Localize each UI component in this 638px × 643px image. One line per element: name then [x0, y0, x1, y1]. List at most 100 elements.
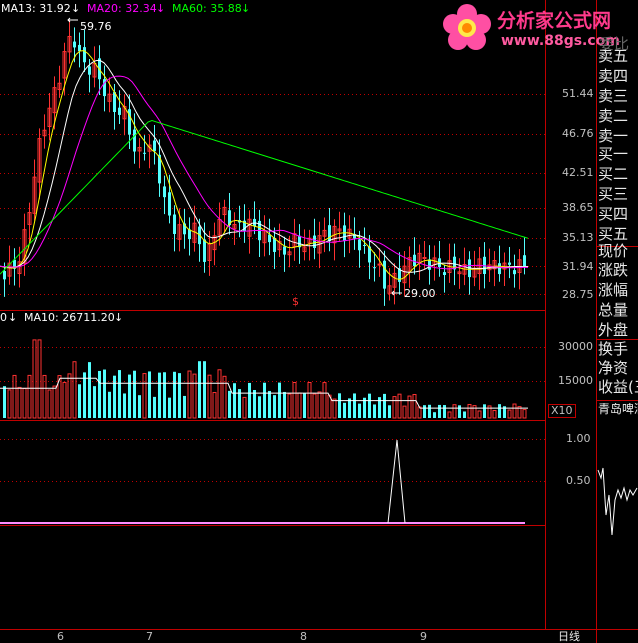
volume-bar-66: [332, 398, 337, 419]
candle-body-32: [163, 186, 166, 198]
volume-bar-0: [3, 386, 6, 418]
volume-bar-2: [12, 374, 17, 419]
volume-bar-78: [392, 396, 397, 419]
volume-bar-88: [443, 405, 446, 418]
volume-axis-15000: 15000: [558, 374, 593, 387]
price-axis-label-3: 38.65: [562, 201, 594, 214]
quote-row-2: 涨幅: [598, 281, 629, 299]
volume-bar-81: [407, 395, 412, 419]
volume-bar-59: [297, 392, 302, 419]
price-axis-label-2: 42.51: [562, 166, 594, 179]
volume-bar-25: [128, 374, 131, 418]
volume-bar-30: [153, 396, 156, 418]
candle-body-104: [523, 255, 526, 267]
volume-bar-4: [22, 388, 27, 419]
candle-body-76: [383, 260, 386, 289]
volume-bar-1: [7, 389, 12, 419]
brand-logo: 分析家公式网 www.88gs.com 委比: [437, 0, 638, 56]
volume-bar-7: [37, 339, 42, 419]
volume-bar-21: [108, 391, 111, 418]
volume-bar-57: [287, 393, 292, 419]
volume-bar-80: [402, 405, 407, 419]
orderbook-row-bid-2: 买二: [598, 165, 629, 183]
candle-body-85: [428, 259, 431, 270]
volume-bar-99: [498, 404, 501, 418]
volume-bar-82: [412, 394, 417, 419]
volume-bar-77: [388, 405, 391, 418]
mini-price-line: [597, 467, 638, 536]
high-arrow: [67, 17, 78, 23]
volume-bar-93: [467, 403, 472, 419]
volume-bar-42: [212, 392, 217, 419]
volume-bar-55: [278, 382, 281, 418]
volume-bar-18: [93, 386, 96, 418]
volume-bar-95: [477, 410, 482, 419]
annotation-arrows: [67, 17, 402, 296]
volume-bar-35: [178, 373, 181, 418]
stats-row-1: 净资: [598, 360, 629, 377]
volume-bar-62: [312, 393, 317, 419]
oscillator-panel: [0, 439, 525, 524]
volume-bar-94: [472, 405, 477, 419]
candle-body-74: [373, 267, 376, 269]
peek-label: 委比: [599, 35, 630, 53]
brand-title: 分析家公式网: [497, 10, 612, 32]
volume-bar-37: [187, 370, 192, 419]
volume-bar-44: [222, 375, 227, 419]
low-price-annotation: 29.00: [404, 287, 436, 300]
volume-bar-48: [242, 396, 247, 419]
candle-body-50: [253, 218, 256, 227]
period-label[interactable]: 日线: [558, 631, 580, 643]
volume-bar-49: [248, 382, 251, 418]
volume-bar-58: [292, 382, 297, 419]
volume-bar-61: [307, 382, 312, 419]
quote-row-3: 总量: [598, 301, 629, 319]
volume-bar-51: [258, 396, 261, 418]
candle-body-101: [508, 262, 511, 265]
volume-bar-24: [123, 393, 126, 418]
volume-bar-46: [233, 383, 236, 418]
candle-body-0: [3, 271, 6, 280]
ma20-arrow-icon: ↓: [156, 2, 166, 15]
orderbook-row-bid-3: 买三: [598, 185, 629, 203]
volume-bar-101: [507, 409, 512, 419]
ma13-label: MA13: 31.92: [1, 2, 71, 15]
ma20-label: MA20: 32.34: [87, 2, 157, 15]
quote-row-1: 涨跌: [598, 261, 629, 279]
candle-body-54: [273, 237, 276, 252]
quote-row-4: 外盘: [598, 321, 629, 339]
volume-bar-9: [47, 389, 52, 419]
candle-body-15: [78, 44, 81, 52]
candle-body-23: [118, 107, 121, 115]
stock-name: 青岛啤酒: [598, 403, 638, 415]
date-label-7: 7: [146, 630, 153, 643]
volume-bar-43: [217, 369, 222, 419]
volume-bar-86: [433, 412, 436, 418]
candle-body-75: [377, 263, 382, 266]
volume-bar-98: [492, 410, 497, 419]
sidebar-mini-chart: [597, 467, 638, 536]
event-marker[interactable]: $: [292, 296, 299, 308]
volume-bar-10: [52, 385, 57, 419]
candle-body-62: [313, 235, 316, 248]
volume-bar-69: [348, 398, 351, 418]
stats-row-2: 收益(三: [598, 379, 638, 396]
volume-bar-104: [522, 409, 527, 419]
volume-bar-3: [17, 386, 22, 419]
orderbook-row-ask-2: 卖二: [598, 107, 629, 125]
volume-bar-20: [103, 369, 106, 418]
orderbook-row-bid-1: 买一: [598, 145, 629, 163]
volume-bar-92: [463, 411, 466, 418]
candle-body-26: [133, 129, 136, 152]
volume-bar-26: [133, 370, 136, 418]
osc-axis-1: 1.00: [566, 432, 591, 445]
volume-bar-45: [228, 390, 231, 418]
orderbook-row-ask-1: 卖一: [598, 127, 629, 145]
candle-body-82: [413, 254, 416, 267]
ma60-label: MA60: 35.88: [172, 2, 242, 15]
volume-bar-83: [417, 406, 422, 419]
volume-bar-17: [88, 362, 91, 418]
volume-bar-38: [192, 373, 197, 419]
volume-bar-22: [113, 375, 116, 418]
orderbook-row-ask-4: 卖四: [598, 67, 629, 85]
